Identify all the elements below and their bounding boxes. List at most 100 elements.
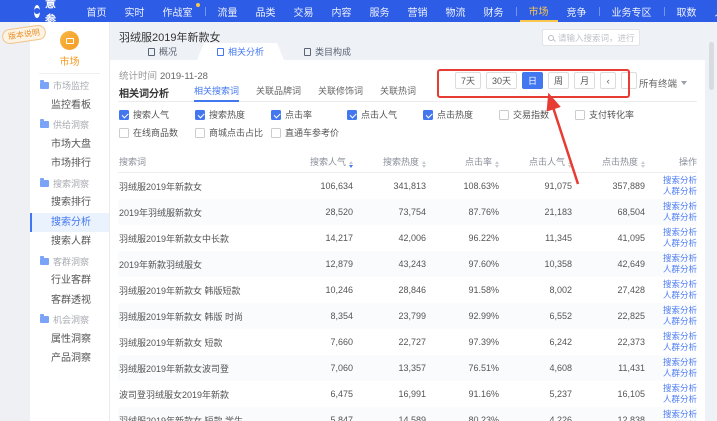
nav-item[interactable]: 财务	[475, 0, 513, 22]
nav-item[interactable]: 首页	[78, 0, 116, 22]
sidebar-group-header[interactable]: 供给洞察	[30, 115, 109, 135]
sidebar-item[interactable]: 行业客群	[30, 271, 109, 291]
search-word-cell: 羽绒服2019年新款女 韩版短款	[118, 284, 280, 297]
table-header-cell[interactable]: 搜索热度	[353, 155, 426, 168]
tab-active[interactable]: 相关分析	[197, 43, 284, 60]
nav-item[interactable]: 实时	[116, 0, 154, 22]
folder-icon	[40, 82, 49, 89]
sidebar-item[interactable]: 市场排行	[30, 154, 109, 174]
metric-checkbox[interactable]: 点击人气	[347, 108, 423, 121]
action-link[interactable]: 人群分析	[645, 264, 697, 275]
action-link[interactable]: 搜索分析	[645, 227, 697, 238]
tab-item[interactable]: 概况	[128, 43, 197, 60]
nav-item[interactable]: 品类	[247, 0, 285, 22]
nav-item[interactable]: 物流	[437, 0, 475, 22]
sidebar-item[interactable]: 客群透视	[30, 291, 109, 311]
value-cell: 97.60%	[426, 259, 499, 269]
value-cell: 12,879	[280, 259, 353, 269]
word-type-tab[interactable]: 关联品牌词	[256, 84, 301, 102]
scrollbar-thumb[interactable]	[709, 42, 714, 90]
table-header: 搜索词搜索人气搜索热度点击率点击人气点击热度操作	[118, 151, 697, 173]
action-link[interactable]: 搜索分析	[645, 279, 697, 290]
action-link[interactable]: 搜索分析	[645, 305, 697, 316]
document-icon	[304, 48, 311, 56]
date-range-button[interactable]: 月	[574, 72, 595, 89]
search-input[interactable]	[558, 33, 634, 43]
action-link[interactable]: 人群分析	[645, 238, 697, 249]
nav-item[interactable]: 取数	[668, 0, 706, 22]
action-link[interactable]: 搜索分析	[645, 201, 697, 212]
nav-item[interactable]: 流量	[209, 0, 247, 22]
table-header-cell[interactable]: 搜索人气	[280, 155, 353, 168]
action-link[interactable]: 搜索分析	[645, 175, 697, 186]
action-link[interactable]: 人群分析	[645, 290, 697, 301]
table-header-cell[interactable]: 点击人气	[499, 155, 572, 168]
date-range-button[interactable]: 日	[522, 72, 543, 89]
metric-checkbox[interactable]: 商城点击占比	[195, 126, 271, 139]
new-badge-dot	[196, 3, 200, 7]
word-type-tab[interactable]: 相关搜索词	[194, 84, 239, 102]
metric-checkbox[interactable]: 搜索热度	[195, 108, 271, 121]
metric-checkbox[interactable]: 支付转化率	[575, 108, 651, 121]
action-link[interactable]: 搜索分析	[645, 383, 697, 394]
action-link[interactable]: 搜索分析	[645, 253, 697, 264]
action-link[interactable]: 搜索分析	[645, 331, 697, 342]
sidebar-group-header[interactable]: 机会洞察	[30, 310, 109, 330]
date-range-button[interactable]: ›	[621, 72, 637, 89]
nav-item[interactable]: 服务	[361, 0, 399, 22]
action-link[interactable]: 人群分析	[645, 316, 697, 327]
metric-checkbox[interactable]: 直通车参考价	[271, 126, 347, 139]
date-range-button[interactable]: 7天	[455, 72, 481, 89]
nav-item[interactable]: 营销	[399, 0, 437, 22]
action-link[interactable]: 人群分析	[645, 186, 697, 197]
value-cell: 16,991	[353, 389, 426, 399]
terminal-filter-dropdown[interactable]: 所有终端	[639, 76, 687, 90]
sidebar-group-header[interactable]: 客群洞察	[30, 252, 109, 272]
sidebar-item[interactable]: 产品洞察	[30, 349, 109, 369]
value-cell: 28,846	[353, 285, 426, 295]
sidebar-item[interactable]: 搜索分析	[30, 213, 109, 233]
folder-icon	[40, 180, 49, 187]
tab-label: 类目构成	[315, 45, 351, 58]
nav-item[interactable]: 市场	[520, 0, 558, 22]
nav-item[interactable]: 作战室	[154, 0, 202, 22]
sidebar-item[interactable]: 搜索人群	[30, 232, 109, 252]
nav-item[interactable]: 业务专区	[603, 0, 661, 22]
metric-checkbox[interactable]: 点击热度	[423, 108, 499, 121]
date-range-button[interactable]: 30天	[486, 72, 517, 89]
table-header-cell[interactable]: 点击率	[426, 155, 499, 168]
value-cell: 43,243	[353, 259, 426, 269]
sidebar-item[interactable]: 市场大盘	[30, 135, 109, 155]
action-link[interactable]: 人群分析	[645, 368, 697, 379]
action-link[interactable]: 人群分析	[645, 212, 697, 223]
metric-checkbox[interactable]: 在线商品数	[119, 126, 195, 139]
date-range-button[interactable]: 周	[548, 72, 569, 89]
sidebar-group-header[interactable]: 市场监控	[30, 76, 109, 96]
value-cell: 108.63%	[426, 181, 499, 191]
nav-item[interactable]: 内容	[323, 0, 361, 22]
action-link[interactable]: 人群分析	[645, 342, 697, 353]
action-link[interactable]: 人群分析	[645, 394, 697, 405]
metric-label: 搜索人气	[133, 108, 169, 121]
value-cell: 80.23%	[426, 415, 499, 421]
table-header-cell[interactable]: 点击热度	[572, 155, 645, 168]
sidebar-item[interactable]: 搜索排行	[30, 193, 109, 213]
actions-cell: 搜索分析人群分析	[645, 253, 697, 274]
table-header-cell: 搜索词	[118, 155, 280, 168]
nav-item[interactable]: 人群管理	[706, 0, 717, 22]
word-type-tab[interactable]: 关联修饰词	[318, 84, 363, 102]
date-range-button[interactable]: ‹	[600, 72, 616, 89]
sidebar-item[interactable]: 监控看板	[30, 96, 109, 116]
tab-item[interactable]: 类目构成	[284, 43, 371, 60]
sidebar-item[interactable]: 属性洞察	[30, 330, 109, 350]
nav-item[interactable]: 竞争	[558, 0, 596, 22]
word-type-tab[interactable]: 关联热词	[380, 84, 416, 102]
action-link[interactable]: 搜索分析	[645, 357, 697, 368]
nav-item[interactable]: 交易	[285, 0, 323, 22]
sidebar-group-header[interactable]: 搜索洞察	[30, 174, 109, 194]
action-link[interactable]: 搜索分析	[645, 409, 697, 420]
top-nav: 生意参谋 首页实时作战室流量品类交易内容服务营销物流财务市场竞争业务专区取数人群…	[0, 0, 717, 22]
metric-checkbox[interactable]: 交易指数	[499, 108, 575, 121]
metric-checkbox[interactable]: 点击率	[271, 108, 347, 121]
metric-checkbox[interactable]: 搜索人气	[119, 108, 195, 121]
